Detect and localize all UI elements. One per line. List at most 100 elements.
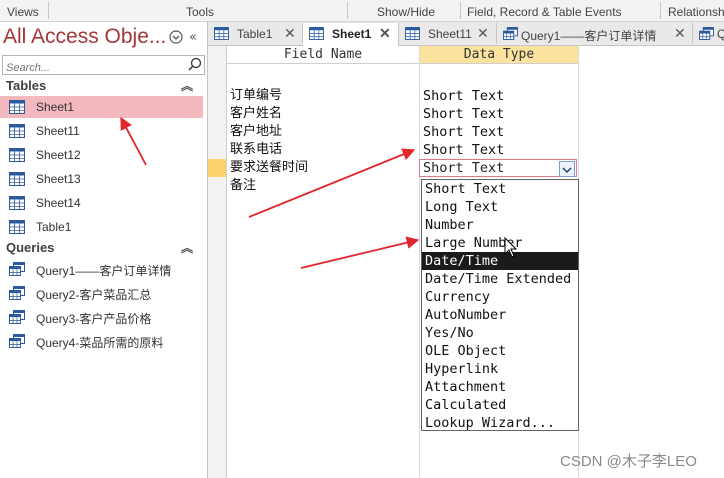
nav-search-box [2,55,205,76]
dropdown-option[interactable]: Yes/No [422,324,578,342]
dropdown-option[interactable]: Large Number [422,234,578,252]
chevron-down-icon[interactable] [559,161,575,177]
data-type-combobox[interactable]: Short Text [419,159,577,177]
close-tab-icon[interactable]: ✕ [477,25,489,42]
tab-label: Query1——客户订单详情 [521,29,657,43]
column-header-field-name: Field Name [227,46,420,64]
dropdown-option[interactable]: Calculated [422,396,578,414]
section-label: Tables [6,78,47,93]
nav-item-query[interactable]: Query2-客户菜品汇总 [0,282,203,304]
nav-item-label: Sheet11 [36,124,80,138]
nav-item-table[interactable]: Sheet12 [0,144,203,166]
tab-sheet11[interactable]: Sheet11 ✕ [399,23,497,44]
close-tab-icon[interactable]: ✕ [674,25,686,42]
nav-item-table[interactable]: Sheet11 [0,120,203,142]
dropdown-option[interactable]: Long Text [422,198,578,216]
dropdown-option[interactable]: Currency [422,288,578,306]
row-selector-column [208,46,227,478]
field-name-cell[interactable]: 客户姓名 [227,105,282,123]
tab-query1[interactable]: Query1——客户订单详情 ✕ [497,23,693,44]
section-label: Queries [6,240,55,255]
data-type-cell[interactable]: Short Text [420,141,504,159]
tab-label: Sheet1 [332,27,372,41]
nav-item-label: Sheet14 [36,196,81,210]
nav-item-query[interactable]: Query3-客户产品价格 [0,306,203,328]
dropdown-option[interactable]: Hyperlink [422,360,578,378]
ribbon-divider [48,2,49,19]
nav-item-label: Table1 [36,220,72,234]
nav-item-label: Sheet12 [36,148,81,162]
ribbon-divider [660,2,661,19]
nav-item-table[interactable]: Sheet13 [0,168,203,190]
table-icon [214,27,229,40]
close-tab-icon[interactable]: ✕ [284,25,296,42]
nav-item-label: Query4-菜品所需的原料 [36,336,164,350]
search-icon[interactable] [187,56,203,73]
tab-label: Q [717,27,724,41]
tab-label: Sheet11 [428,27,472,41]
data-type-cell[interactable]: Short Text [420,123,504,141]
ribbon-group-show-hide: Show/Hide [377,5,436,19]
query-icon [9,310,25,324]
dropdown-option[interactable]: Date/Time Extended [422,270,578,288]
data-type-cell[interactable]: Short Text [420,87,504,105]
document-area: Table1 ✕ Sheet1 ✕ Sheet11 ✕ Query1——客户订单… [208,22,724,478]
dropdown-option[interactable]: Lookup Wizard... [422,414,578,432]
close-tab-icon[interactable]: ✕ [379,25,391,42]
nav-search-input[interactable] [3,60,181,76]
tab-label: Table1 [237,27,273,41]
dropdown-option[interactable]: Attachment [422,378,578,396]
query-icon [9,262,25,276]
nav-item-label: Sheet1 [36,100,75,114]
data-type-dropdown-list: Short Text Long Text Number Large Number… [421,179,579,431]
dropdown-option-highlighted[interactable]: Date/Time [422,252,578,270]
collapse-chevron-icon[interactable]: ︽ [181,239,193,256]
nav-item-label: Query1——客户订单详情 [36,264,172,278]
ribbon-group-labels: Views Tools Show/Hide Field, Record & Ta… [0,0,724,22]
watermark: CSDN @木子李LEO [560,453,697,470]
nav-item-label: Query3-客户产品价格 [36,312,152,326]
document-tabs: Table1 ✕ Sheet1 ✕ Sheet11 ✕ Query1——客户订单… [208,22,724,46]
field-name-cell[interactable]: 订单编号 [227,87,282,105]
ribbon-group-views: Views [7,5,39,19]
dropdown-option[interactable]: OLE Object [422,342,578,360]
nav-menu-dropdown-icon[interactable] [168,30,184,46]
query-icon [9,286,25,300]
section-header-tables[interactable]: Tables ︽ [0,76,207,96]
tab-table1[interactable]: Table1 ✕ [208,23,303,44]
current-row-selector[interactable] [208,159,226,177]
nav-item-query[interactable]: Query4-菜品所需的原料 [0,330,203,352]
table-icon [9,100,25,114]
field-name-cell[interactable]: 备注 [227,177,256,195]
dropdown-option[interactable]: AutoNumber [422,306,578,324]
field-name-cell-current[interactable]: 要求送餐时间 [227,159,308,177]
collapse-pane-icon[interactable]: « [185,30,201,46]
tab-query-overflow[interactable]: Q [693,23,724,44]
table-icon [9,172,25,186]
table-icon [405,27,420,40]
table-icon [309,27,324,40]
ribbon-group-field-record-table-events: Field, Record & Table Events [467,5,622,19]
data-type-cell[interactable]: Short Text [420,105,504,123]
query-icon [503,27,518,40]
table-icon [9,196,25,210]
table-icon [9,148,25,162]
nav-item-query[interactable]: Query1——客户订单详情 [0,258,203,280]
combobox-value: Short Text [423,160,505,176]
dropdown-option[interactable]: Short Text [422,180,578,198]
field-name-cell[interactable]: 客户地址 [227,123,282,141]
nav-item-table[interactable]: Sheet1 [0,96,203,118]
table-icon [9,124,25,138]
tab-sheet1[interactable]: Sheet1 ✕ [303,23,399,46]
nav-item-table[interactable]: Sheet14 [0,192,203,214]
collapse-chevron-icon[interactable]: ︽ [181,77,193,94]
dropdown-option[interactable]: Number [422,216,578,234]
nav-pane-title[interactable]: All Access Obje... [3,25,166,49]
ribbon-divider [460,2,461,19]
field-name-cell[interactable]: 联系电话 [227,141,282,159]
nav-item-label: Sheet13 [36,172,81,186]
ribbon-group-tools: Tools [186,5,215,19]
nav-item-table[interactable]: Table1 [0,216,203,238]
section-header-queries[interactable]: Queries ︽ [0,238,207,258]
query-icon [699,27,714,40]
